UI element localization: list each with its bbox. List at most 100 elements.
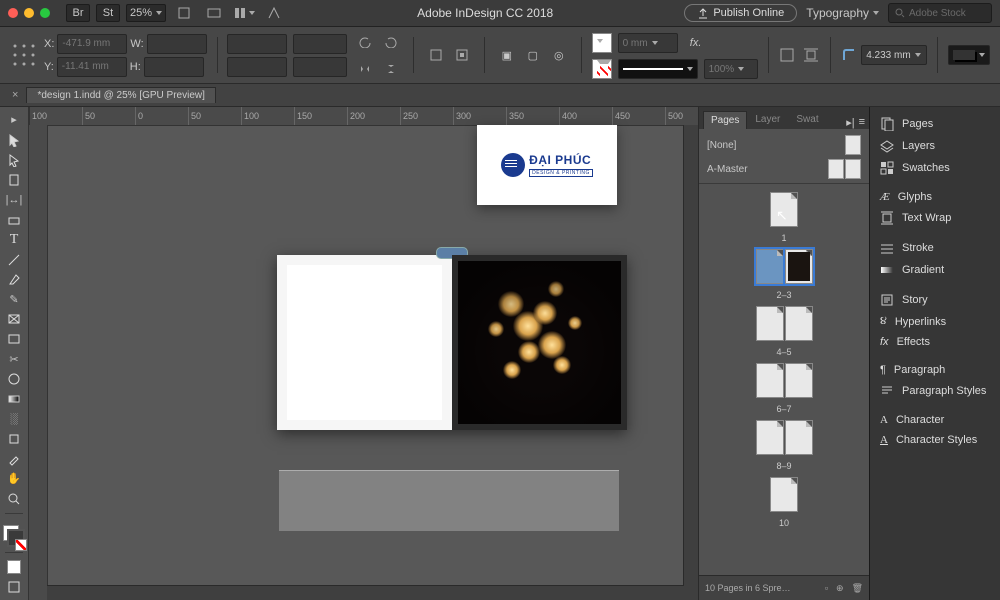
corner-radius-field[interactable]: 4.233 mm xyxy=(861,45,927,65)
text-wrap-none-icon[interactable] xyxy=(778,43,796,67)
new-page-icon[interactable]: ⊕ xyxy=(836,583,844,594)
horizontal-ruler[interactable]: 10050050100150200250300350400450500 xyxy=(29,107,698,126)
page-thumb-4[interactable] xyxy=(756,306,784,341)
fit-frame-icon[interactable]: ▢ xyxy=(521,43,545,67)
bridge-icon[interactable]: Br xyxy=(66,4,90,22)
rectangle-tool[interactable] xyxy=(3,330,25,348)
text-wrap-bounding-icon[interactable] xyxy=(802,43,820,67)
apply-color-icon[interactable] xyxy=(3,558,25,576)
direct-selection-tool[interactable] xyxy=(3,151,25,169)
content-collector-tool[interactable] xyxy=(3,211,25,229)
pages-panel-body[interactable]: [None] A-Master 1 ↖ 2–3 4–5 6–7 8–9 10 xyxy=(699,129,869,575)
page-3-artwork[interactable] xyxy=(452,255,627,430)
note-tool[interactable] xyxy=(3,430,25,448)
shear-field[interactable] xyxy=(293,57,347,77)
type-tool[interactable]: T xyxy=(3,231,25,249)
pasteboard[interactable]: ĐẠI PHÚCDESIGN & PRINTING xyxy=(47,125,698,600)
view-options-icon[interactable] xyxy=(172,1,196,25)
stroke-style-dropdown[interactable] xyxy=(618,59,698,79)
page-thumb-5[interactable] xyxy=(785,306,813,341)
rail-pages[interactable]: Pages xyxy=(870,113,1000,135)
flip-h-icon[interactable] xyxy=(353,57,377,81)
page-thumb-6[interactable] xyxy=(756,363,784,398)
panel-menu-icon[interactable]: ≡ xyxy=(859,116,865,129)
tab-close-x[interactable]: × xyxy=(12,89,18,101)
stroke-swatch[interactable] xyxy=(592,59,612,79)
center-content-icon[interactable]: ◎ xyxy=(547,43,571,67)
effects-fx-icon[interactable]: fx. xyxy=(684,31,708,55)
master-none[interactable]: [None] xyxy=(707,140,736,151)
x-field[interactable]: -471.9 mm xyxy=(57,34,127,54)
rotate-cw-icon[interactable] xyxy=(379,30,403,54)
delete-page-icon[interactable]: 🗑 xyxy=(852,583,863,594)
pen-tool[interactable] xyxy=(3,271,25,289)
close-window-icon[interactable] xyxy=(8,8,18,18)
rotation-field[interactable] xyxy=(293,34,347,54)
fill-swatch[interactable] xyxy=(592,33,612,53)
rail-layers[interactable]: Layers xyxy=(870,135,1000,157)
page-thumb-1[interactable] xyxy=(770,192,798,227)
fit-content-icon[interactable]: ▣ xyxy=(495,43,519,67)
vertical-scrollbar[interactable] xyxy=(683,125,698,586)
page-thumb-2[interactable] xyxy=(756,249,784,284)
eyedropper-tool[interactable] xyxy=(3,450,25,468)
select-container-icon[interactable] xyxy=(424,43,448,67)
y-field[interactable]: -11.41 mm xyxy=(57,57,127,77)
rail-effects[interactable]: fxEffects xyxy=(870,332,1000,352)
rail-character[interactable]: ACharacter xyxy=(870,410,1000,430)
reference-point-grid[interactable] xyxy=(10,39,38,71)
document-tab[interactable]: *design 1.indd @ 25% [GPU Preview] xyxy=(26,87,215,103)
pencil-tool[interactable]: ✎ xyxy=(3,290,25,308)
rail-glyphs[interactable]: ÆGlyphs xyxy=(870,187,1000,207)
drop-shadow-dropdown[interactable] xyxy=(948,45,990,65)
rail-paragraph-styles[interactable]: Paragraph Styles xyxy=(870,380,1000,402)
rail-story[interactable]: Story xyxy=(870,289,1000,311)
flip-v-icon[interactable] xyxy=(379,57,403,81)
rail-gradient[interactable]: Gradient xyxy=(870,259,1000,281)
minimize-window-icon[interactable] xyxy=(24,8,34,18)
rail-character-styles[interactable]: ACharacter Styles xyxy=(870,430,1000,450)
page-thumb-3[interactable] xyxy=(785,249,813,284)
scale-y-field[interactable] xyxy=(227,57,287,77)
page-thumb-9[interactable] xyxy=(785,420,813,455)
rail-swatches[interactable]: Swatches xyxy=(870,157,1000,179)
scale-x-field[interactable] xyxy=(227,34,287,54)
rectangle-frame-tool[interactable] xyxy=(3,310,25,328)
fill-stroke-proxy[interactable] xyxy=(3,525,25,548)
publish-online-button[interactable]: Publish Online xyxy=(684,4,797,22)
workspace-switcher[interactable]: Typography xyxy=(803,5,882,21)
free-transform-tool[interactable] xyxy=(3,370,25,388)
gradient-feather-tool[interactable]: ░ xyxy=(3,410,25,428)
line-tool[interactable] xyxy=(3,251,25,269)
select-content-icon[interactable] xyxy=(450,43,474,67)
page-thumb-8[interactable] xyxy=(756,420,784,455)
zoom-window-icon[interactable] xyxy=(40,8,50,18)
rail-text-wrap[interactable]: Text Wrap xyxy=(870,207,1000,229)
vertical-ruler[interactable] xyxy=(29,125,48,600)
selection-tool[interactable] xyxy=(3,131,25,149)
arrange-documents-icon[interactable] xyxy=(232,1,256,25)
screen-mode-icon[interactable] xyxy=(202,1,226,25)
rotate-ccw-icon[interactable] xyxy=(353,30,377,54)
rail-hyperlinks[interactable]: ૪Hyperlinks xyxy=(870,311,1000,332)
search-input[interactable]: Adobe Stock xyxy=(888,3,992,23)
gap-tool[interactable]: |↔| xyxy=(3,191,25,209)
zoom-level-dropdown[interactable]: 25% xyxy=(126,4,166,22)
page-tool[interactable] xyxy=(3,171,25,189)
zoom-tool[interactable] xyxy=(3,490,25,508)
tools-toggle-icon[interactable]: ▸ xyxy=(3,111,25,129)
page-2-artwork[interactable] xyxy=(277,255,452,430)
stock-icon[interactable]: St xyxy=(96,4,120,22)
edit-page-size-icon[interactable]: ▫ xyxy=(825,583,828,594)
gradient-swatch-tool[interactable] xyxy=(3,390,25,408)
canvas[interactable]: 10050050100150200250300350400450500 ĐẠI … xyxy=(29,107,698,600)
rail-stroke[interactable]: Stroke xyxy=(870,237,1000,259)
corner-options-icon[interactable] xyxy=(841,47,857,63)
opacity-field[interactable]: 100% xyxy=(704,59,758,79)
tab-pages[interactable]: Pages xyxy=(703,111,747,129)
view-mode-normal-icon[interactable] xyxy=(3,578,25,596)
h-field[interactable] xyxy=(144,57,204,77)
spread-2-3-artwork[interactable] xyxy=(277,255,627,430)
page-1-artwork[interactable]: ĐẠI PHÚCDESIGN & PRINTING xyxy=(477,125,617,205)
horizontal-scrollbar[interactable] xyxy=(47,585,698,600)
